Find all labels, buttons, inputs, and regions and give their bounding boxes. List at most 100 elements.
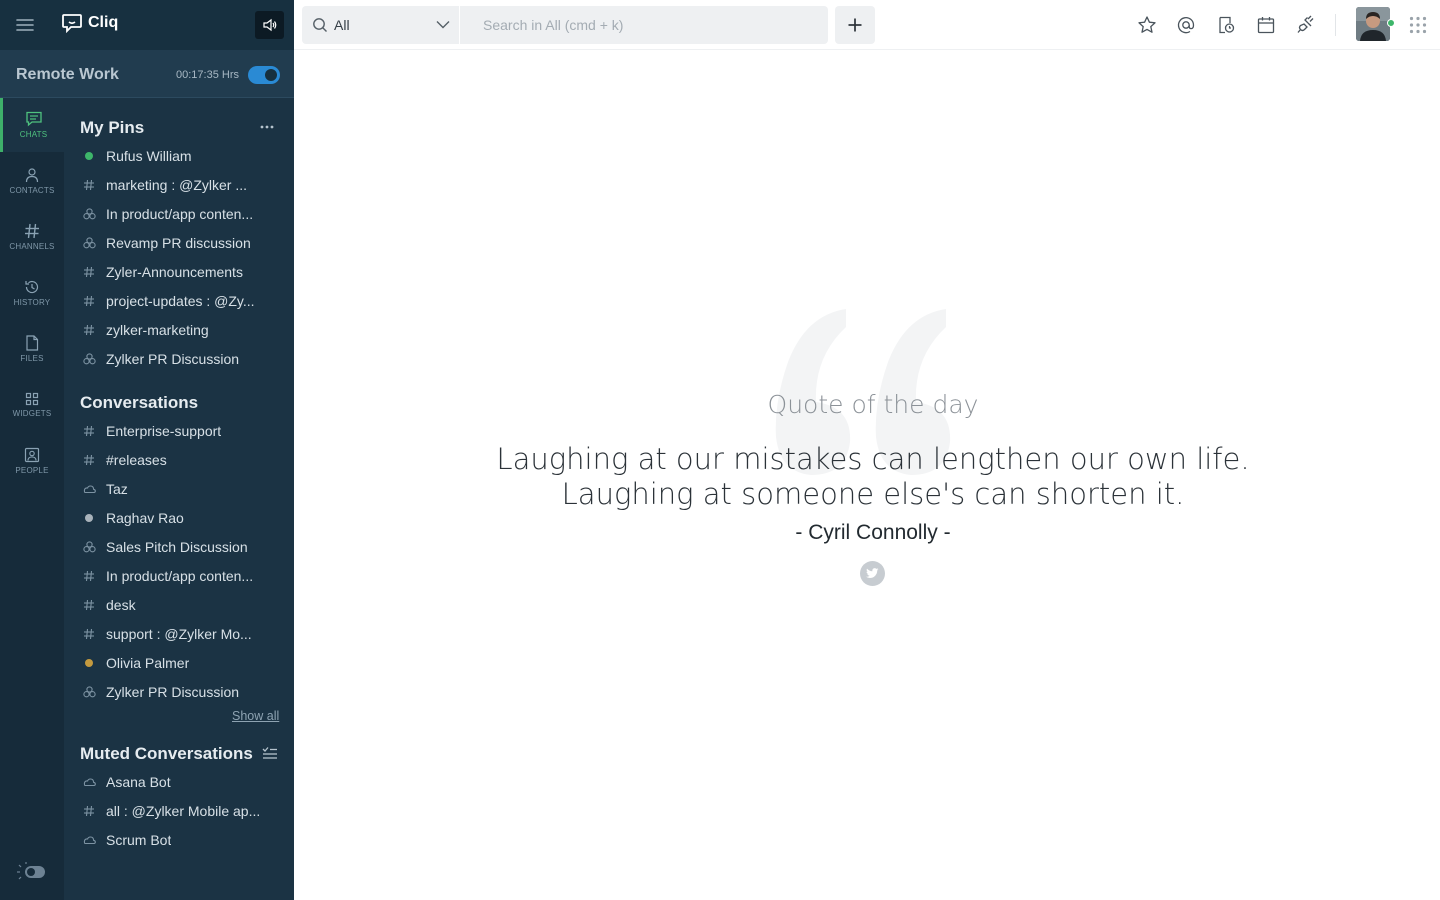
quote-text-line-2: Laughing at someone else's can shorten i… xyxy=(561,477,1185,511)
list-item-label: In product/app conten... xyxy=(106,205,254,222)
list-item[interactable]: Sales Pitch Discussion xyxy=(64,532,294,561)
list-item[interactable]: desk xyxy=(64,590,294,619)
rail-item-chats[interactable]: CHATS xyxy=(0,98,64,152)
list-item-label: Taz xyxy=(106,480,128,497)
list-item[interactable]: Raghav Rao xyxy=(64,503,294,532)
calendar-icon[interactable] xyxy=(1256,15,1276,35)
list-item[interactable]: support : @Zylker Mo... xyxy=(64,619,294,648)
list-item-label: Raghav Rao xyxy=(106,509,184,526)
app-logo[interactable]: Cliq xyxy=(61,13,118,33)
chat-lists: My Pins Rufus William marketing : @Zylker… xyxy=(64,98,294,900)
mark-all-read-icon[interactable] xyxy=(262,746,278,760)
hash-icon xyxy=(80,422,98,440)
list-item[interactable]: In product/app conten... xyxy=(64,199,294,228)
list-item[interactable]: marketing : @Zylker ... xyxy=(64,170,294,199)
search-input[interactable] xyxy=(461,6,828,44)
list-item-label: Zyler-Announcements xyxy=(106,263,243,280)
list-item[interactable]: zylker-marketing xyxy=(64,315,294,344)
status-name: Remote Work xyxy=(16,66,119,83)
online-status-dot xyxy=(1387,19,1395,27)
brand-bar: Cliq xyxy=(0,0,294,50)
list-item[interactable]: Revamp PR discussion xyxy=(64,228,294,257)
status-toggle[interactable] xyxy=(248,66,280,84)
plus-icon xyxy=(848,18,862,32)
integrations-plug-icon[interactable] xyxy=(1296,15,1316,35)
list-item[interactable]: Asana Bot xyxy=(64,767,294,796)
sidebar: Cliq Remote Work 00:17:35 Hrs CHATS CONT… xyxy=(0,0,294,900)
rail-item-contacts[interactable]: CONTACTS xyxy=(0,154,64,208)
avatar[interactable] xyxy=(1356,7,1390,41)
twitter-icon xyxy=(866,568,879,579)
bot-icon xyxy=(80,831,98,849)
rail-item-channels[interactable]: CHANNELS xyxy=(0,210,64,264)
rail-label: WIDGETS xyxy=(12,409,52,418)
list-item[interactable]: Enterprise-support xyxy=(64,416,294,445)
apps-grid-icon[interactable] xyxy=(1409,16,1427,34)
list-item[interactable]: all : @Zylker Mobile ap... xyxy=(64,796,294,825)
list-item[interactable]: Zylker PR Discussion xyxy=(64,344,294,373)
twitter-share-button[interactable] xyxy=(860,561,885,586)
list-item-label: project-updates : @Zy... xyxy=(106,292,255,309)
history-icon xyxy=(24,279,40,295)
hamburger-menu-icon[interactable] xyxy=(14,14,36,36)
hash-icon xyxy=(80,596,98,614)
widgets-icon xyxy=(25,392,39,406)
rail-label: CHATS xyxy=(19,130,48,139)
navigation-rail: CHATS CONTACTS CHANNELS HISTORY FILES WI… xyxy=(0,98,64,900)
rail-item-files[interactable]: FILES xyxy=(0,322,64,376)
search-scope-select[interactable]: All xyxy=(302,6,460,44)
list-item[interactable]: Zylker PR Discussion xyxy=(64,677,294,706)
theme-toggle-icon[interactable] xyxy=(16,862,46,882)
list-item[interactable]: Taz xyxy=(64,474,294,503)
online-dot xyxy=(80,147,98,165)
announcement-speaker-button[interactable] xyxy=(255,11,284,39)
star-icon[interactable] xyxy=(1137,15,1157,35)
rail-item-history[interactable]: HISTORY xyxy=(0,266,64,320)
show-all-link[interactable]: Show all xyxy=(232,709,279,723)
top-bar: All xyxy=(294,0,1440,50)
hash-icon xyxy=(80,567,98,585)
hash-icon xyxy=(80,451,98,469)
conversations-section-title: Conversations xyxy=(80,393,199,412)
away-dot xyxy=(80,654,98,672)
list-item-label: Sales Pitch Discussion xyxy=(106,538,248,555)
list-item[interactable]: #releases xyxy=(64,445,294,474)
search-scope-value: All xyxy=(334,17,350,33)
files-icon xyxy=(25,335,39,351)
list-item-label: zylker-marketing xyxy=(106,321,209,338)
contacts-icon xyxy=(24,167,40,183)
more-options-icon[interactable] xyxy=(260,125,274,129)
hash-icon xyxy=(80,292,98,310)
status-timer: 00:17:35 Hrs xyxy=(176,69,239,81)
add-button[interactable] xyxy=(835,6,875,44)
list-item[interactable]: project-updates : @Zy... xyxy=(64,286,294,315)
list-item-label: all : @Zylker Mobile ap... xyxy=(106,802,261,819)
list-item-label: Enterprise-support xyxy=(106,422,222,439)
quote-author: - Cyril Connolly - xyxy=(795,521,951,544)
app-name: Cliq xyxy=(88,14,119,31)
list-item[interactable]: Olivia Palmer xyxy=(64,648,294,677)
reminder-icon[interactable] xyxy=(1216,15,1236,35)
rail-label: PEOPLE xyxy=(15,466,49,475)
list-item-label: Olivia Palmer xyxy=(106,654,190,671)
hash-icon xyxy=(80,321,98,339)
list-item[interactable]: Zyler-Announcements xyxy=(64,257,294,286)
mention-icon[interactable] xyxy=(1176,15,1196,35)
list-item-label: desk xyxy=(106,596,136,613)
group-icon xyxy=(80,538,98,556)
list-item-label: #releases xyxy=(106,451,167,468)
hash-icon xyxy=(80,263,98,281)
list-item-label: Scrum Bot xyxy=(106,831,172,848)
group-icon xyxy=(80,350,98,368)
list-item[interactable]: Scrum Bot xyxy=(64,825,294,854)
toggle-knob xyxy=(265,69,277,81)
quote-text-line-1: Laughing at our mistakes can lengthen ou… xyxy=(496,442,1250,476)
people-icon xyxy=(24,447,40,463)
chevron-down-icon xyxy=(436,20,450,29)
group-icon xyxy=(80,234,98,252)
rail-item-widgets[interactable]: WIDGETS xyxy=(0,378,64,432)
group-icon xyxy=(80,205,98,223)
list-item[interactable]: Rufus William xyxy=(64,141,294,170)
rail-item-people[interactable]: PEOPLE xyxy=(0,434,64,488)
list-item[interactable]: In product/app conten... xyxy=(64,561,294,590)
